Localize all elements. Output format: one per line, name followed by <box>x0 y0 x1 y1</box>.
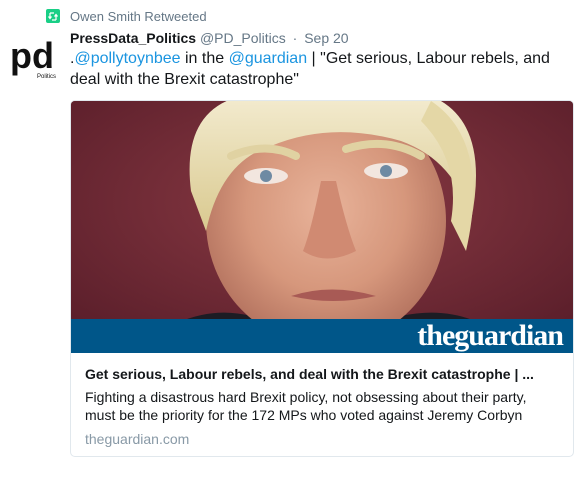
avatar-logo-text: pd <box>10 38 54 76</box>
guardian-band: theguardian <box>71 319 573 353</box>
guardian-logo: theguardian <box>417 319 564 352</box>
author-handle[interactable]: @PD_Politics <box>200 30 286 46</box>
card-title[interactable]: Get serious, Labour rebels, and deal wit… <box>85 365 559 383</box>
card-domain: theguardian.com <box>85 431 190 447</box>
tweet-text-mid: in the <box>180 50 229 67</box>
tweet-header: PressData_Politics @PD_Politics · Sep 20 <box>70 29 578 47</box>
card-image[interactable]: theguardian <box>71 101 573 353</box>
retweet-context: Owen Smith Retweeted <box>46 7 207 25</box>
avatar[interactable]: pd Politics <box>10 35 62 80</box>
link-card[interactable]: theguardian Get serious, Labour rebels, … <box>70 100 574 457</box>
card-photo <box>71 101 573 353</box>
mention-guardian[interactable]: @guardian <box>229 50 308 67</box>
tweet-date[interactable]: Sep 20 <box>304 30 348 46</box>
card-body[interactable]: Get serious, Labour rebels, and deal wit… <box>71 353 573 456</box>
retweet-label[interactable]: Owen Smith Retweeted <box>70 9 207 24</box>
retweet-icon <box>46 9 60 23</box>
author-name[interactable]: PressData_Politics <box>70 30 196 46</box>
avatar-logo-subtext: Politics <box>37 74 56 80</box>
tweet: PressData_Politics @PD_Politics · Sep 20… <box>70 29 578 90</box>
tweet-text: .@pollytoynbee in the @guardian | "Get s… <box>70 48 578 90</box>
mention-pollytoynbee[interactable]: @pollytoynbee <box>74 50 180 67</box>
separator-dot: · <box>292 30 298 46</box>
card-description: Fighting a disastrous hard Brexit policy… <box>85 389 527 423</box>
